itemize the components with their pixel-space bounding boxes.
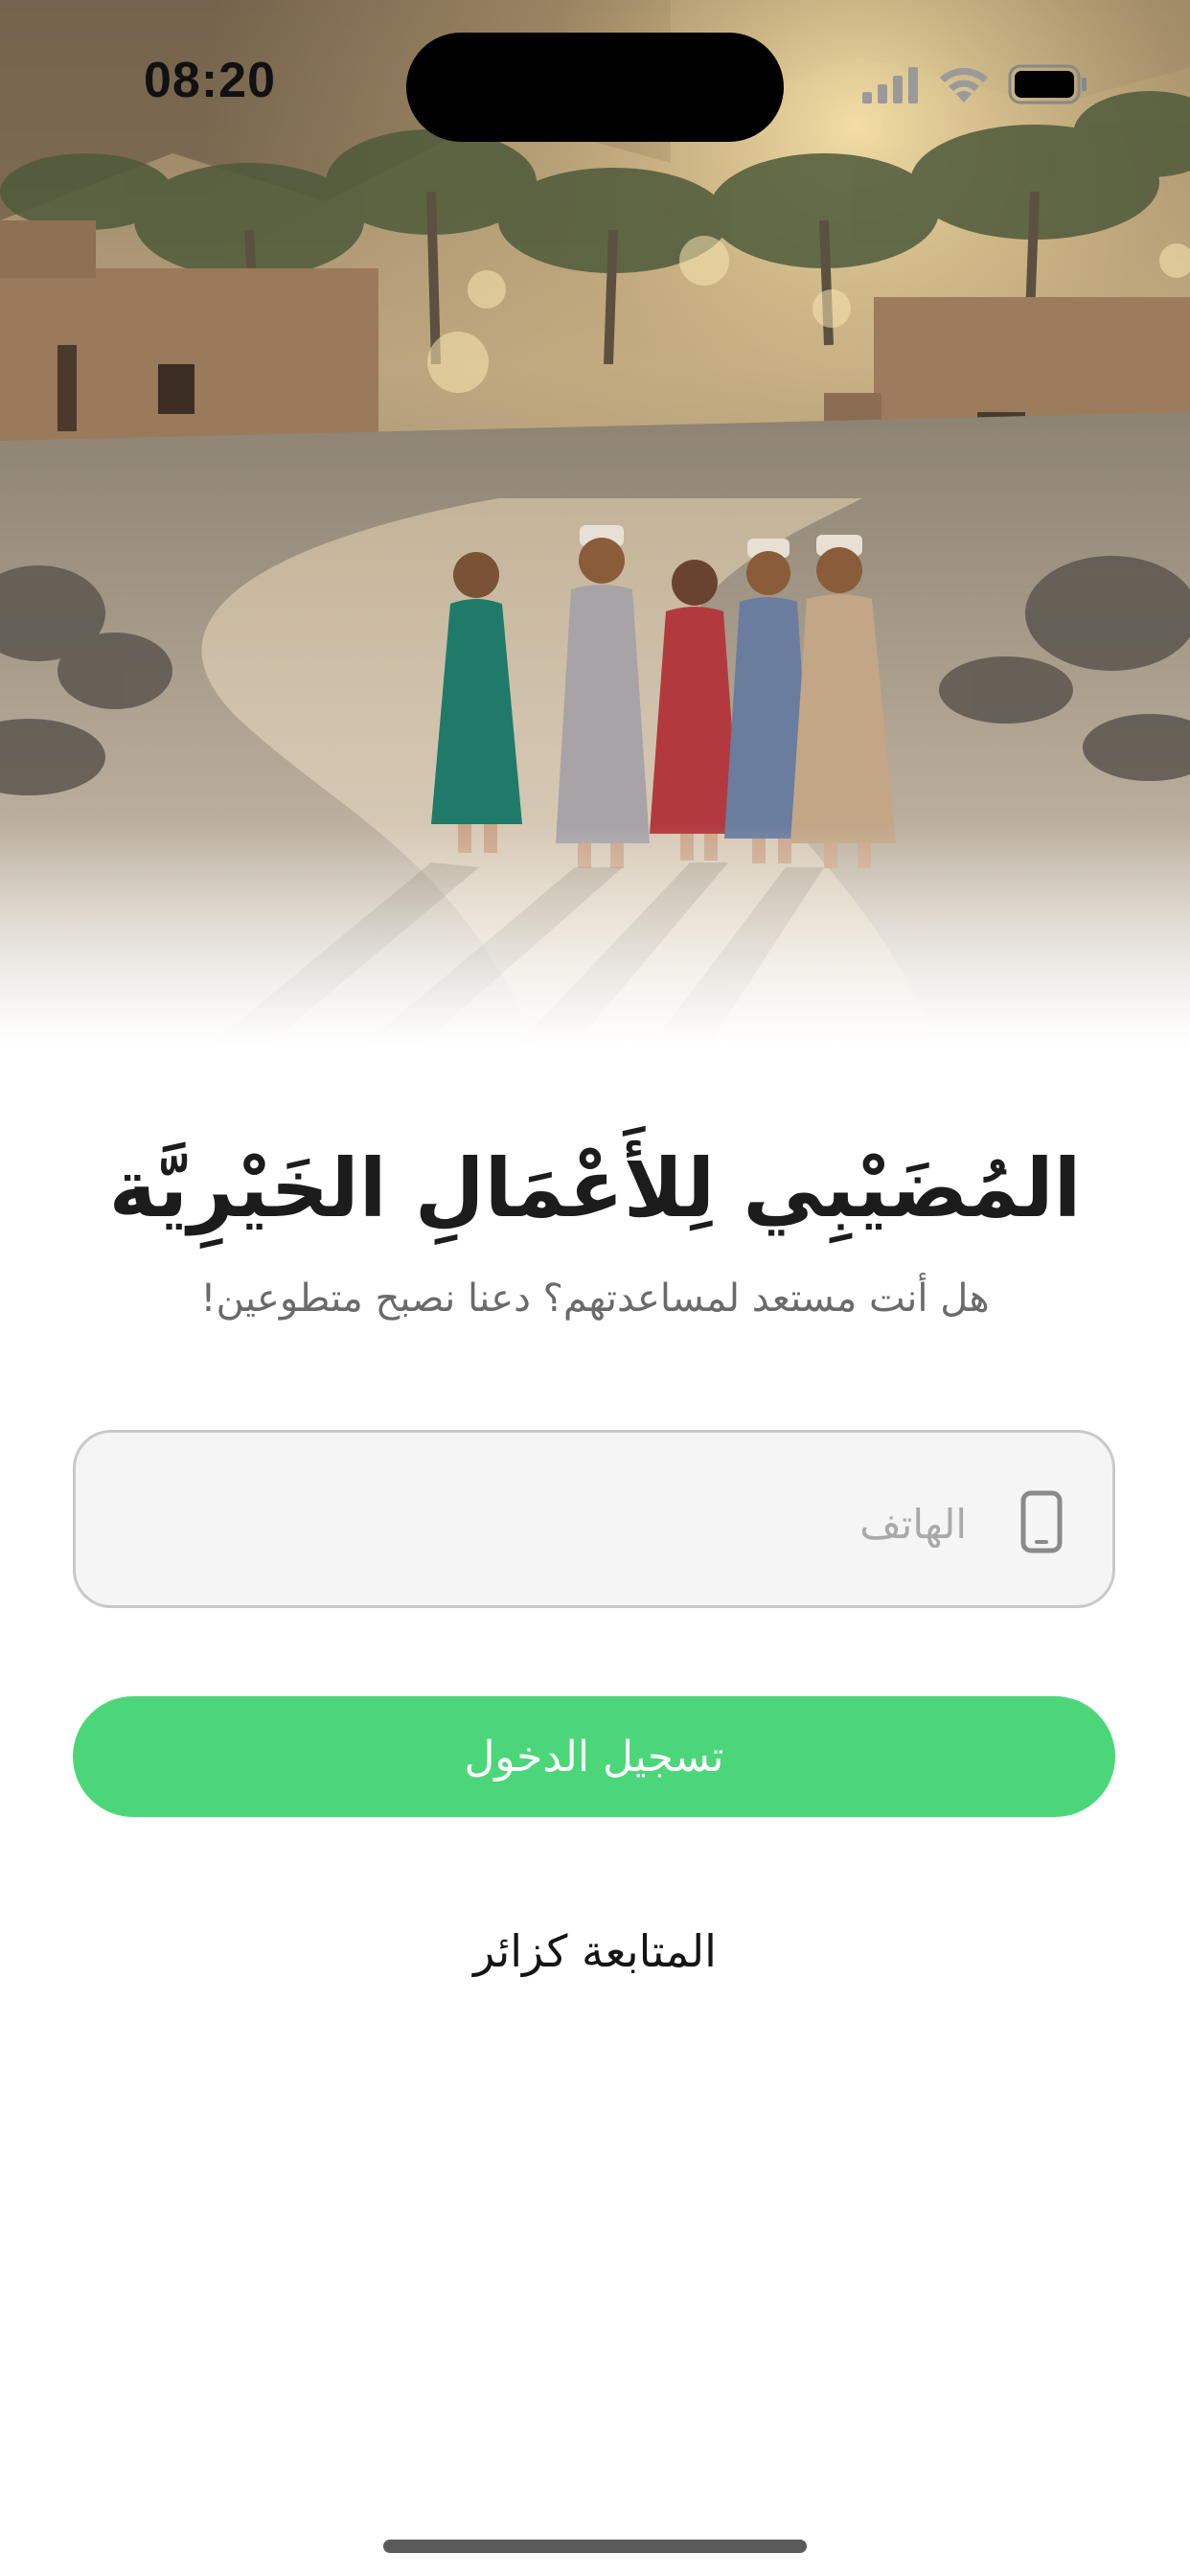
status-icons	[862, 63, 1088, 109]
dynamic-island	[406, 33, 784, 142]
mobile-phone-icon	[1020, 1490, 1063, 1553]
cellular-signal-icon	[862, 65, 920, 107]
login-button[interactable]: تسجيل الدخول	[73, 1696, 1115, 1817]
home-indicator[interactable]	[383, 2540, 807, 2553]
wifi-icon	[937, 64, 991, 108]
phone-field[interactable]	[73, 1430, 1115, 1608]
app-subtitle: هل أنت مستعد لمساعدتهم؟ دعنا نصبح متطوعي…	[200, 1276, 990, 1321]
status-time: 08:20	[144, 53, 276, 108]
phone-input[interactable]	[114, 1486, 969, 1561]
login-screen: 08:20 المُضَيْبِي لِلأَعْمَالِ الخَيْرِي…	[0, 0, 1190, 2576]
battery-icon	[1008, 64, 1088, 108]
continue-as-guest-link[interactable]: المتابعة كزائر	[0, 1920, 1190, 1982]
app-title: المُضَيْبِي لِلأَعْمَالِ الخَيْرِيَّة	[108, 1141, 1082, 1235]
status-bar: 08:20	[0, 0, 1190, 163]
